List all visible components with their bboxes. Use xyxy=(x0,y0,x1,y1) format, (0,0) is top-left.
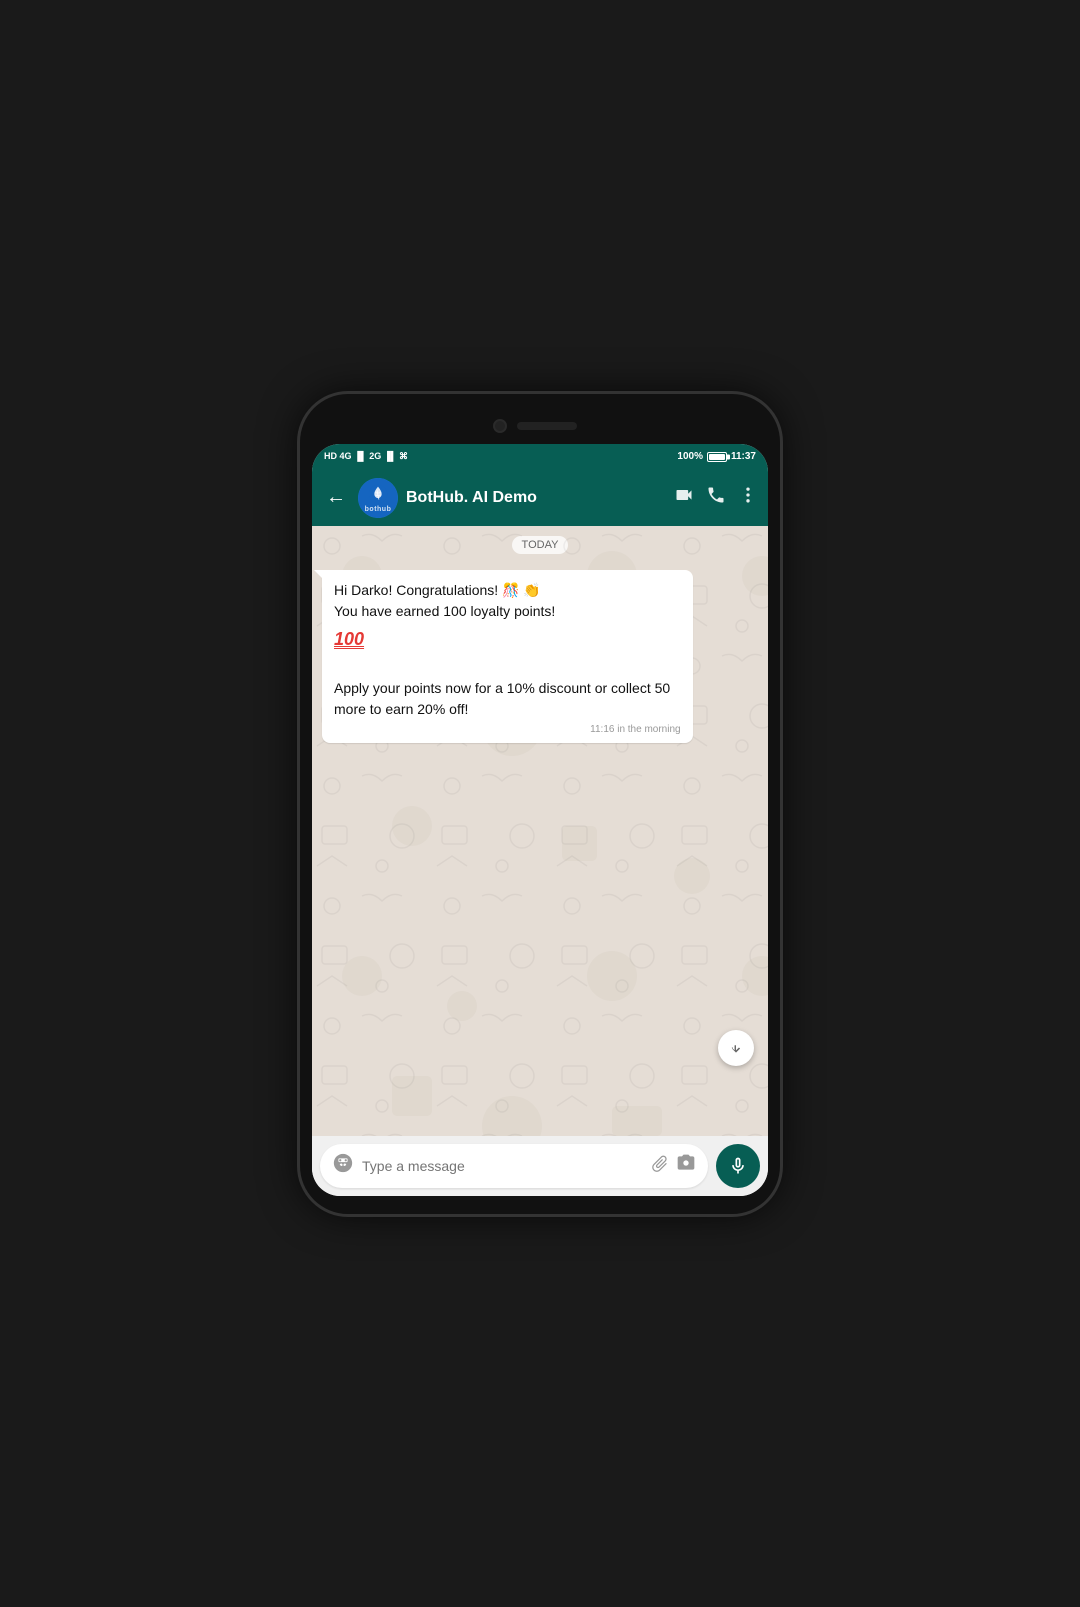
emoji-button[interactable] xyxy=(332,1152,354,1180)
phone-call-icon[interactable] xyxy=(706,485,726,510)
chat-header: ← bothub BotHub. AI Demo xyxy=(312,470,768,526)
header-actions xyxy=(674,485,758,510)
date-label: TODAY xyxy=(512,536,569,554)
message-bubble: Hi Darko! Congratulations! 🎊 👏 You have … xyxy=(322,570,693,743)
message-line3: Apply your points now for a 10% discount… xyxy=(334,678,681,720)
messages-container: Hi Darko! Congratulations! 🎊 👏 You have … xyxy=(312,564,768,753)
battery-icon xyxy=(707,452,727,462)
leaf-icon xyxy=(367,483,389,505)
message-line1: Hi Darko! Congratulations! 🎊 👏 xyxy=(334,580,681,601)
phone-notch xyxy=(312,412,768,440)
date-badge: TODAY xyxy=(312,526,768,564)
avatar-inner: bothub xyxy=(358,478,398,518)
message-input-wrapper xyxy=(320,1144,708,1188)
front-camera xyxy=(493,419,507,433)
phone-screen: HD 4G ▐▌ 2G ▐▌ ⌘ 100% 11:37 ← xyxy=(312,444,768,1196)
more-options-icon[interactable] xyxy=(738,485,758,510)
speaker xyxy=(517,422,577,430)
contact-avatar[interactable]: bothub xyxy=(358,478,398,518)
back-button[interactable]: ← xyxy=(322,482,350,513)
battery-percent: 100% xyxy=(677,451,703,462)
message-line2: You have earned 100 loyalty points! xyxy=(334,601,681,622)
mic-button[interactable] xyxy=(716,1144,760,1188)
status-bar: HD 4G ▐▌ 2G ▐▌ ⌘ 100% 11:37 xyxy=(312,444,768,470)
clock: 11:37 xyxy=(731,451,756,462)
video-call-icon[interactable] xyxy=(674,485,694,510)
avatar-label: bothub xyxy=(365,506,392,513)
status-left: HD 4G ▐▌ 2G ▐▌ ⌘ xyxy=(324,451,408,462)
message-text: Hi Darko! Congratulations! 🎊 👏 You have … xyxy=(334,580,681,720)
message-input[interactable] xyxy=(362,1158,640,1174)
camera-button[interactable] xyxy=(676,1153,696,1178)
message-emoji-100: 100 xyxy=(334,626,681,653)
battery-fill xyxy=(709,454,725,460)
status-right: 100% 11:37 xyxy=(677,451,756,462)
status-indicators: HD 4G ▐▌ 2G ▐▌ ⌘ xyxy=(324,451,408,462)
phone-frame: HD 4G ▐▌ 2G ▐▌ ⌘ 100% 11:37 ← xyxy=(300,394,780,1214)
mic-icon xyxy=(728,1156,748,1176)
input-bar xyxy=(312,1136,768,1196)
chat-area: TODAY Hi Darko! Congratulations! 🎊 👏 You… xyxy=(312,526,768,1136)
attach-button[interactable] xyxy=(642,1150,674,1182)
chat-spacer xyxy=(312,753,768,1136)
contact-name: BotHub. AI Demo xyxy=(406,489,666,507)
message-time: 11:16 in the morning xyxy=(334,724,681,735)
scroll-down-button[interactable] xyxy=(718,1030,754,1066)
